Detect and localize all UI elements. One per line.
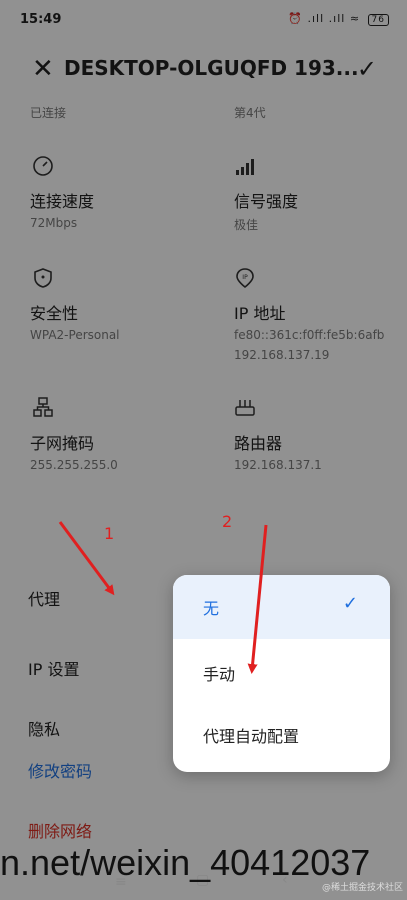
annotation-arrow-2 [247, 524, 268, 674]
annotation-layer [58, 521, 268, 674]
corner-watermark: @稀土掘金技术社区 [321, 883, 403, 893]
url-watermark: n.net/weixin_40412037 [0, 842, 371, 883]
annotation-number-1: 1 [104, 524, 115, 543]
annotation-number-2: 2 [222, 512, 233, 531]
